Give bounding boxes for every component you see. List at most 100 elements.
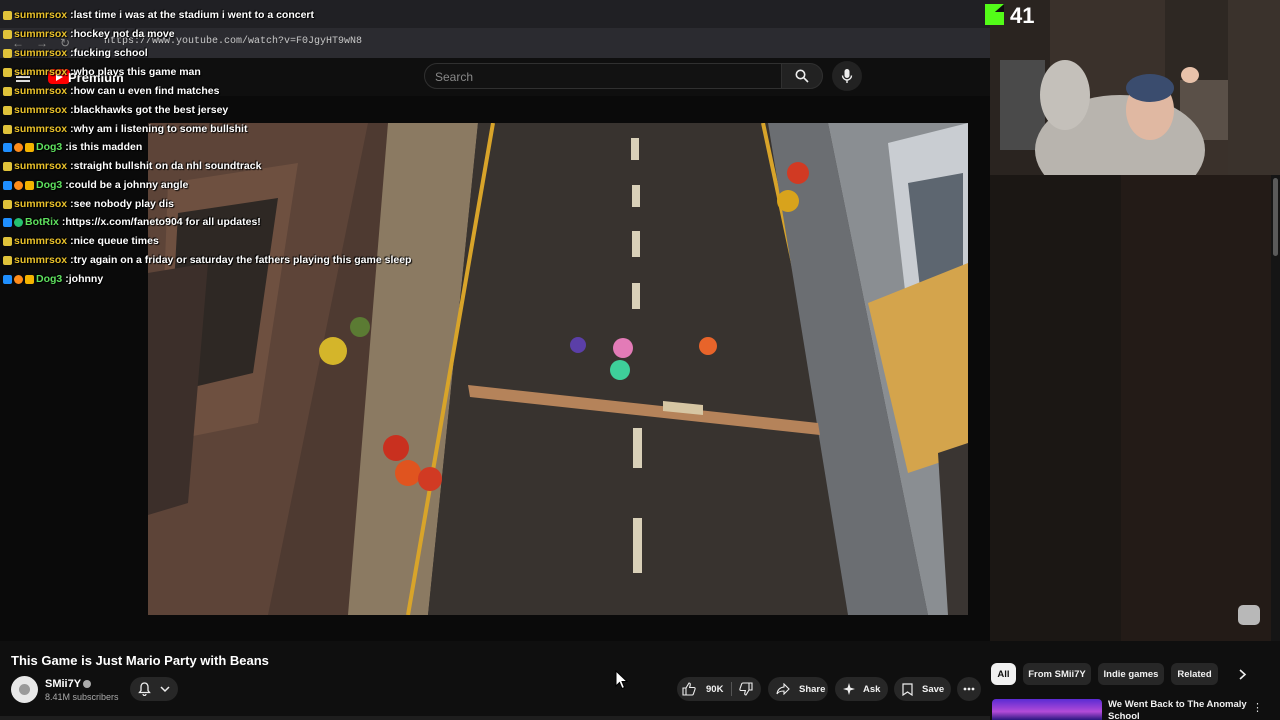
mouse-cursor-icon [615,670,628,690]
thumbs-down-icon[interactable] [739,682,753,696]
chat-text: nice queue times [73,235,159,247]
chat-text: how can u even find matches [73,85,220,97]
chat-username: summrsox [14,198,68,210]
search-button[interactable] [781,63,823,89]
more-actions-button[interactable] [957,677,981,701]
ask-label: Ask [863,683,881,695]
bell-icon [138,682,151,696]
subscription-notifications-button[interactable] [130,677,178,701]
scrollbar-thumb[interactable] [1273,178,1278,256]
chip-from-channel[interactable]: From SMii7Y [1023,663,1091,685]
chat-badge-icon [3,255,12,265]
kick-logo-icon [985,4,1004,25]
chat-message: summrsox: fucking school [3,44,148,62]
kick-viewer-count: 41 [1010,3,1035,28]
chat-badge-icon [3,48,12,58]
like-divider [731,682,732,696]
chat-username: summrsox [14,235,68,247]
chat-badge-icon [14,180,23,190]
verified-badge-icon [83,680,91,688]
mascot-icon [1238,605,1260,625]
like-dislike-group: 90K [677,677,761,701]
more-horizontal-icon [963,687,975,691]
chat-message: summrsox: blackhawks got the best jersey [3,101,228,119]
chat-badge-icon [3,67,12,77]
chat-text: straight bullshit on da nhl soundtrack [73,160,262,172]
voice-search-button[interactable] [832,61,862,91]
chat-message: summrsox: how can u even find matches [3,82,219,100]
chat-text: who plays this game man [73,66,201,78]
kick-viewer-badge: 41 [985,1,1045,29]
chat-badge-icon [3,124,12,134]
chat-username: Dog3 [36,273,63,285]
chat-username: summrsox [14,160,68,172]
chat-text: blackhawks got the best jersey [73,104,229,116]
chat-message: summrsox: last time i was at the stadium… [3,6,314,24]
chat-badge-icon [3,217,12,227]
save-label: Save [922,683,945,695]
microphone-icon [841,69,853,83]
chat-message: Dog3: is this madden [3,138,142,156]
gameplay-frame[interactable] [148,123,968,615]
chat-badge-icon [14,217,23,227]
chat-text: see nobody play dis [73,198,174,210]
chat-username: summrsox [14,254,68,266]
save-button[interactable]: Save [894,677,951,701]
chat-message: summrsox: see nobody play dis [3,195,174,213]
chat-badge-icon [25,180,34,190]
chat-badge-icon [3,161,12,171]
recommendation-thumbnail[interactable] [992,699,1102,720]
chat-username: summrsox [14,85,68,97]
screen: ← → ↻ https://www.youtube.com/watch?v=F0… [0,0,1280,720]
chip-related[interactable]: Related [1171,663,1218,685]
chat-badge-icon [3,105,12,115]
chat-username: Dog3 [36,141,63,153]
chat-message: summrsox: nice queue times [3,232,159,250]
chip-indie-games[interactable]: Indie games [1098,663,1164,685]
sidebar-background-inner [1121,175,1271,641]
chat-badge-icon [3,199,12,209]
subscriber-count: 8.41M subscribers [45,692,119,702]
chat-text: hockey not da move [73,28,175,40]
chat-text: try again on a friday or saturday the fa… [73,254,412,266]
chat-username: summrsox [14,9,68,21]
chat-message: BotRix: https://x.com/faneto904 for all … [3,213,261,231]
chat-username: summrsox [14,47,68,59]
ask-button[interactable]: Ask [835,677,888,701]
chat-badge-icon [3,180,12,190]
channel-avatar[interactable] [11,676,38,703]
recommendation-title[interactable]: We Went Back to The Anomaly School [1108,699,1248,720]
chat-badge-icon [3,142,12,152]
chat-message: Dog3: johnny [3,270,103,288]
bottom-divider [0,716,990,720]
chat-badge-icon [14,274,23,284]
search-input[interactable]: Search [424,63,782,89]
chevron-right-icon[interactable] [1239,669,1247,680]
search-icon [795,69,809,83]
chevron-down-icon [160,686,170,693]
chip-all[interactable]: All [991,663,1016,685]
chat-text: could be a johnny angle [68,179,189,191]
chat-badge-icon [3,10,12,20]
chat-text: fucking school [73,47,148,59]
chat-message: summrsox: try again on a friday or satur… [3,251,411,269]
share-button[interactable]: Share [768,677,828,701]
chat-text: is this madden [68,141,143,153]
more-vertical-icon[interactable]: ⋮ [1252,701,1263,714]
sparkle-icon [843,683,855,695]
chat-text: last time i was at the stadium i went to… [73,9,315,21]
chat-badge-icon [25,274,34,284]
channel-name[interactable]: SMii7Y [45,678,81,690]
chat-text: https://x.com/faneto904 for all updates! [65,216,261,228]
share-label: Share [799,683,826,695]
thumbs-up-icon[interactable] [682,682,696,696]
chat-text: johnny [68,273,104,285]
chat-message: summrsox: who plays this game man [3,63,201,81]
like-count[interactable]: 90K [706,684,723,695]
share-icon [776,683,790,695]
search-placeholder: Search [435,70,474,84]
chat-message: Dog3: could be a johnny angle [3,176,188,194]
chat-username: Dog3 [36,179,63,191]
chat-username: BotRix [25,216,59,228]
chat-badge-icon [3,236,12,246]
